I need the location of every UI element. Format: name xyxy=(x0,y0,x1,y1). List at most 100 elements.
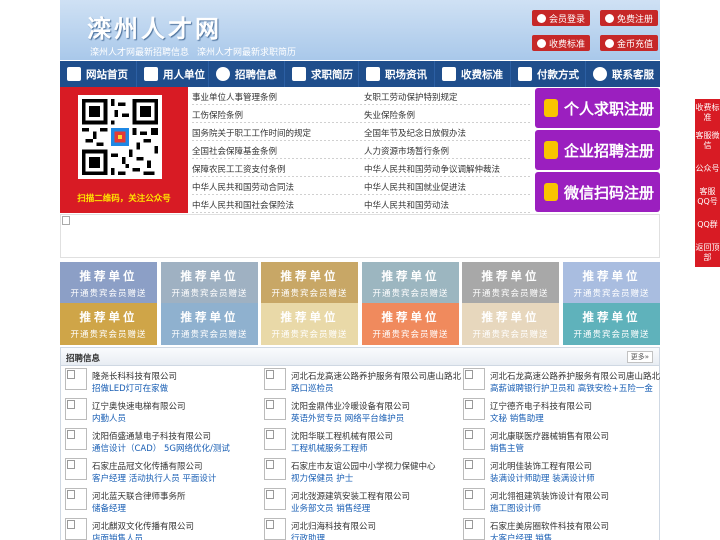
ad-tile[interactable]: 推荐单位 开通贵宾会员赠送 xyxy=(462,262,559,304)
company-logo[interactable] xyxy=(264,518,286,540)
ad-tile[interactable]: 推荐单位 开通贵宾会员赠送 xyxy=(563,303,660,345)
login-button[interactable]: 会员登录 xyxy=(532,10,591,26)
company-name[interactable]: 河北石龙高速公路养护服务有限公司唐山路北 xyxy=(490,370,660,382)
personal-register-button[interactable]: 个人求职注册 xyxy=(535,88,660,128)
company-name[interactable]: 沈阳佰盛通慧电子科技有限公司 xyxy=(92,430,211,442)
ad-tile[interactable]: 推荐单位 开通贵宾会员赠送 xyxy=(261,303,358,345)
company-logo[interactable] xyxy=(65,368,87,390)
company-name[interactable]: 辽宁德齐电子科技有限公司 xyxy=(490,400,592,412)
law-link[interactable]: 国务院关于职工工作时间的规定 xyxy=(192,127,311,139)
company-logo[interactable] xyxy=(463,398,485,420)
ad-tile[interactable]: 推荐单位 开通贵宾会员赠送 xyxy=(60,262,157,304)
ad-tile[interactable]: 推荐单位 开通贵宾会员赠送 xyxy=(362,303,459,345)
company-name[interactable]: 河北弢源建筑安装工程有限公司 xyxy=(291,490,410,502)
law-link[interactable]: 事业单位人事管理条例 xyxy=(192,91,277,103)
company-logo[interactable] xyxy=(65,458,87,480)
company-logo[interactable] xyxy=(463,428,485,450)
side-back-to-top[interactable]: 返回顶部 xyxy=(695,239,720,267)
more-link[interactable]: 更多» xyxy=(626,351,653,363)
job-positions[interactable]: 店面销售人员 xyxy=(92,532,143,540)
nav-resumes[interactable]: 求职简历 xyxy=(285,61,359,87)
job-positions[interactable]: 客户经理 活动执行人员 平面设计 xyxy=(92,472,216,484)
company-name[interactable]: 石家庄品冠文化传播有限公司 xyxy=(92,460,203,472)
nav-payment[interactable]: 付款方式 xyxy=(511,61,586,87)
banner-image[interactable] xyxy=(60,214,660,258)
company-logo[interactable] xyxy=(264,428,286,450)
company-logo[interactable] xyxy=(264,488,286,510)
ad-tile[interactable]: 推荐单位 开通贵宾会员赠送 xyxy=(261,262,358,304)
register-button[interactable]: 免费注册 xyxy=(600,10,659,26)
law-link[interactable]: 中华人民共和国劳动法 xyxy=(364,199,449,211)
job-positions[interactable]: 销售主管 xyxy=(490,442,524,454)
nav-employers[interactable]: 用人单位 xyxy=(137,61,209,87)
company-logo[interactable] xyxy=(463,458,485,480)
company-logo[interactable] xyxy=(65,488,87,510)
side-pricing[interactable]: 收费标准 xyxy=(695,99,720,127)
pricing-button[interactable]: 收费标准 xyxy=(532,35,591,51)
company-name[interactable]: 河北归海科技有限公司 xyxy=(291,520,376,532)
company-name[interactable]: 河北明佳装饰工程有限公司 xyxy=(490,460,592,472)
job-positions[interactable]: 文秘 销售助理 xyxy=(490,412,544,424)
company-logo[interactable] xyxy=(264,398,286,420)
slogan-jobs-link[interactable]: 滦州人才网最新招聘信息 xyxy=(90,48,189,58)
company-name[interactable]: 河北石龙高速公路养护服务有限公司唐山路北 xyxy=(291,370,461,382)
nav-pricing[interactable]: 收费标准 xyxy=(435,61,511,87)
nav-news[interactable]: 职场资讯 xyxy=(359,61,435,87)
company-logo[interactable] xyxy=(463,488,485,510)
side-wechat-service[interactable]: 客服微信 xyxy=(695,127,720,155)
side-service-qq[interactable]: 客服QQ号 xyxy=(695,183,720,211)
company-name[interactable]: 河北蓝天联合律师事务所 xyxy=(92,490,186,502)
job-positions[interactable]: 工程机械服务工程师 xyxy=(291,442,368,454)
company-logo[interactable] xyxy=(65,398,87,420)
ad-tile[interactable]: 推荐单位 开通贵宾会员赠送 xyxy=(563,262,660,304)
ad-tile[interactable]: 推荐单位 开通贵宾会员赠送 xyxy=(60,303,157,345)
job-positions[interactable]: 施工图设计师 xyxy=(490,502,541,514)
law-link[interactable]: 工伤保险条例 xyxy=(192,109,243,121)
law-link[interactable]: 中华人民共和国劳动合同法 xyxy=(192,181,294,193)
job-positions[interactable]: 内勤人员 xyxy=(92,412,126,424)
company-name[interactable]: 沈阳华联工程机械有限公司 xyxy=(291,430,393,442)
site-logo[interactable]: 滦州人才网 xyxy=(87,9,222,44)
law-link[interactable]: 全国社会保障基金条例 xyxy=(192,145,277,157)
law-link[interactable]: 失业保险条例 xyxy=(364,109,415,121)
law-link[interactable]: 全国年节及纪念日放假办法 xyxy=(364,127,466,139)
job-positions[interactable]: 装满设计师助理 装满设计师 xyxy=(490,472,595,484)
job-positions[interactable]: 招做LED灯可在家做 xyxy=(92,382,168,394)
company-name[interactable]: 辽宁奥快速电梯有限公司 xyxy=(92,400,186,412)
wechat-register-button[interactable]: 微信扫码注册 xyxy=(535,172,660,212)
job-positions[interactable]: 通信设计（CAD） 5G网络优化/测试 xyxy=(92,442,230,454)
ad-tile[interactable]: 推荐单位 开通贵宾会员赠送 xyxy=(362,262,459,304)
company-name[interactable]: 河北翎祖建筑装饰设计有限公司 xyxy=(490,490,609,502)
nav-support[interactable]: 联系客服 xyxy=(586,61,660,87)
nav-jobs[interactable]: 招聘信息 xyxy=(209,61,285,87)
slogan-resumes-link[interactable]: 滦州人才网最新求职简历 xyxy=(197,48,296,58)
side-official-account[interactable]: 公众号 xyxy=(695,155,720,183)
company-name[interactable]: 河北麒双文化传播有限公司 xyxy=(92,520,194,532)
job-positions[interactable]: 英语外贸专员 网络平台维护员 xyxy=(291,412,404,424)
recharge-button[interactable]: 金币充值 xyxy=(600,35,659,51)
ad-tile[interactable]: 推荐单位 开通贵宾会员赠送 xyxy=(462,303,559,345)
company-name[interactable]: 河北康联医疗器械销售有限公司 xyxy=(490,430,609,442)
job-positions[interactable]: 大客户经理 销售 xyxy=(490,532,552,540)
job-positions[interactable]: 视力保健员 护士 xyxy=(291,472,353,484)
job-positions[interactable]: 高薪诚聘银行护卫员和 高铁安检+五险一金 xyxy=(490,382,653,394)
law-link[interactable]: 女职工劳动保护特别规定 xyxy=(364,91,458,103)
ad-tile[interactable]: 推荐单位 开通贵宾会员赠送 xyxy=(161,303,258,345)
law-link[interactable]: 保障农民工工资支付条例 xyxy=(192,163,286,175)
job-positions[interactable]: 储备经理 xyxy=(92,502,126,514)
company-name[interactable]: 石家庄市友谊公园中小学视力保健中心 xyxy=(291,460,436,472)
company-logo[interactable] xyxy=(463,368,485,390)
law-link[interactable]: 人力资源市场暂行条例 xyxy=(364,145,449,157)
company-logo[interactable] xyxy=(65,518,87,540)
company-logo[interactable] xyxy=(463,518,485,540)
company-logo[interactable] xyxy=(264,368,286,390)
ad-tile[interactable]: 推荐单位 开通贵宾会员赠送 xyxy=(161,262,258,304)
job-positions[interactable]: 路口巡检员 xyxy=(291,382,334,394)
company-name[interactable]: 沈阳金鼎伟业冷暖设备有限公司 xyxy=(291,400,410,412)
company-logo[interactable] xyxy=(65,428,87,450)
nav-home[interactable]: 网站首页 xyxy=(60,61,137,87)
company-name[interactable]: 隆尧长科科技有限公司 xyxy=(92,370,177,382)
company-name[interactable]: 石家庄美房圈软件科技有限公司 xyxy=(490,520,609,532)
job-positions[interactable]: 业务部文员 销售经理 xyxy=(291,502,370,514)
law-link[interactable]: 中华人民共和国社会保险法 xyxy=(192,199,294,211)
